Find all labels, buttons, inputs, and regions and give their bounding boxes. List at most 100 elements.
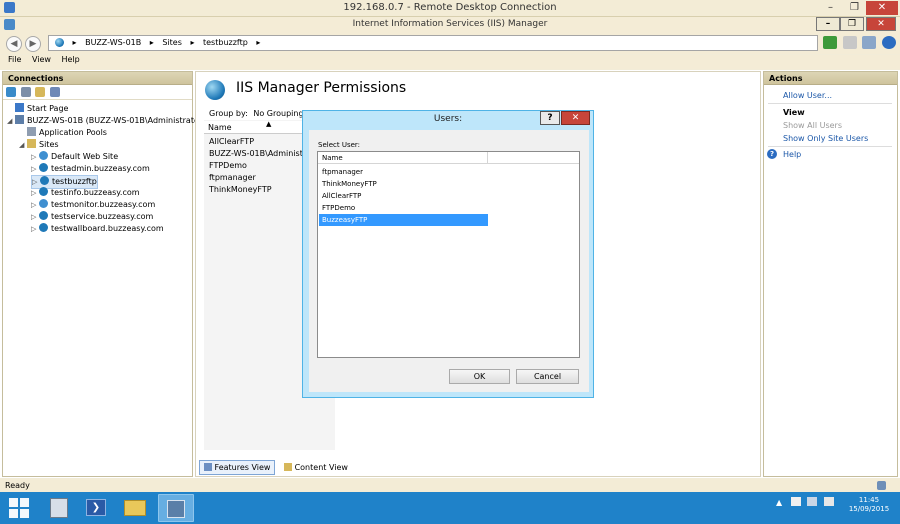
- tree-item-label: testinfo.buzzeasy.com: [51, 188, 140, 197]
- group-by-select[interactable]: No Grouping: [253, 109, 303, 118]
- help-link[interactable]: Help: [783, 150, 801, 159]
- menu-bar: File View Help: [0, 55, 900, 69]
- rdp-minimize-button[interactable]: –: [818, 1, 843, 15]
- tray-overflow-icon[interactable]: ▲: [776, 498, 782, 507]
- ok-button[interactable]: OK: [449, 369, 510, 384]
- tree-item[interactable]: ▷ testservice.buzzeasy.com: [31, 211, 153, 223]
- network-icon[interactable]: [807, 497, 818, 506]
- breadcrumb-server[interactable]: BUZZ-WS-01B: [85, 38, 141, 47]
- tree-item-label: testservice.buzzeasy.com: [51, 212, 154, 221]
- address-sep: ▸: [190, 38, 195, 47]
- tree-item-label: Default Web Site: [51, 152, 119, 161]
- expander-icon[interactable]: ◢: [19, 139, 27, 151]
- breadcrumb-site[interactable]: testbuzzftp: [203, 38, 248, 47]
- address-sep: ▸: [256, 38, 261, 47]
- show-all-users-link[interactable]: Show All Users: [783, 121, 842, 130]
- file-explorer-icon[interactable]: [118, 494, 154, 522]
- content-view-tab[interactable]: Content View: [280, 461, 352, 474]
- tree-item[interactable]: ▷ testadmin.buzzeasy.com: [31, 163, 150, 175]
- expander-icon[interactable]: ▷: [31, 163, 39, 175]
- page-title: IIS Manager Permissions: [236, 80, 407, 96]
- window-title: Internet Information Services (IIS) Mana…: [352, 19, 548, 29]
- tree-item[interactable]: Start Page: [7, 103, 68, 115]
- help-icon[interactable]: [881, 36, 896, 49]
- tree-item[interactable]: ▷ testwallboard.buzzeasy.com: [31, 223, 164, 235]
- globe-icon: [39, 163, 48, 172]
- window-restore-button[interactable]: ❐: [840, 17, 864, 31]
- expander-icon[interactable]: ◢: [7, 115, 15, 127]
- tree-item[interactable]: ◢ BUZZ-WS-01B (BUZZ-WS-01B\Administrator): [7, 115, 205, 127]
- expander-icon[interactable]: ▷: [31, 223, 39, 235]
- list-item[interactable]: ThinkMoneyFTP: [209, 185, 272, 194]
- list-item[interactable]: FTPDemo: [209, 161, 247, 170]
- connect-icon[interactable]: [6, 87, 16, 97]
- tree-item[interactable]: Application Pools: [19, 127, 107, 139]
- back-button[interactable]: ◀: [6, 36, 22, 52]
- actions-divider: [768, 103, 892, 104]
- server-manager-icon[interactable]: [42, 494, 78, 522]
- expander-icon[interactable]: ▷: [31, 151, 39, 163]
- view-heading: View: [783, 108, 805, 117]
- user-list-item[interactable]: ThinkMoneyFTP: [319, 178, 488, 190]
- tree-item-label: Application Pools: [39, 128, 107, 137]
- powershell-icon[interactable]: ❯: [78, 494, 114, 522]
- forward-button[interactable]: ▶: [25, 36, 41, 52]
- tree-item[interactable]: ▷ Default Web Site: [31, 151, 118, 163]
- features-view-tab[interactable]: Features View: [199, 460, 276, 475]
- save-icon[interactable]: [20, 87, 31, 97]
- address-sep: ▸: [149, 38, 154, 47]
- tree-item-label: testadmin.buzzeasy.com: [51, 164, 150, 173]
- tree-item[interactable]: ▷ testinfo.buzzeasy.com: [31, 187, 140, 199]
- user-list-item[interactable]: ftpmanager: [319, 166, 488, 178]
- show-site-users-link[interactable]: Show Only Site Users: [783, 134, 868, 143]
- tree-item[interactable]: ◢ Sites: [19, 139, 59, 151]
- expander-icon[interactable]: ▷: [31, 187, 39, 199]
- group-by: Group by: No Grouping: [209, 109, 304, 118]
- tree-item-label: testmonitor.buzzeasy.com: [51, 200, 156, 209]
- breadcrumb-sites[interactable]: Sites: [162, 38, 182, 47]
- address-bar[interactable]: ▸ BUZZ-WS-01B ▸ Sites ▸ testbuzzftp ▸: [48, 35, 818, 51]
- view-tabs: Features View Content View: [199, 460, 354, 475]
- list-item[interactable]: BUZZ-WS-01B\Administrat: [209, 149, 314, 158]
- stop-icon[interactable]: [842, 36, 857, 49]
- tree-item-label: testwallboard.buzzeasy.com: [51, 224, 164, 233]
- dialog-help-button[interactable]: ?: [540, 111, 560, 125]
- home-icon[interactable]: [862, 36, 877, 49]
- rdp-close-button[interactable]: ✕: [866, 1, 898, 15]
- allow-user-link[interactable]: Allow User...: [783, 91, 832, 100]
- expander-icon[interactable]: ▷: [31, 211, 39, 223]
- globe-icon: [40, 176, 49, 185]
- sites-folder-icon: [27, 139, 36, 148]
- help-icon[interactable]: ?: [767, 149, 777, 159]
- tree-item[interactable]: ▷ testmonitor.buzzeasy.com: [31, 199, 155, 211]
- status-bar: Ready: [0, 479, 900, 492]
- site-icon: [39, 151, 48, 160]
- list-item[interactable]: ftpmanager: [209, 173, 256, 182]
- user-list-item[interactable]: AllClearFTP: [319, 190, 488, 202]
- expander-icon[interactable]: ▷: [31, 199, 39, 211]
- menu-file[interactable]: File: [8, 55, 21, 64]
- disconnect-icon[interactable]: [49, 87, 60, 97]
- user-list-item-selected[interactable]: BuzzeasyFTP: [319, 214, 488, 226]
- toolbar-icons: [820, 36, 896, 50]
- features-view-label: Features View: [214, 463, 271, 472]
- menu-help[interactable]: Help: [61, 55, 79, 64]
- window-close-button[interactable]: ✕: [866, 17, 896, 31]
- window-minimize-button[interactable]: –: [816, 17, 840, 31]
- volume-icon[interactable]: [823, 497, 834, 506]
- users-list-header[interactable]: [318, 152, 579, 164]
- up-folder-icon[interactable]: [35, 87, 46, 97]
- cancel-button[interactable]: Cancel: [516, 369, 579, 384]
- action-center-icon[interactable]: [790, 497, 801, 506]
- connections-toolbar: [3, 85, 192, 100]
- rdp-restore-button[interactable]: ❐: [842, 1, 867, 15]
- user-list-item[interactable]: FTPDemo: [319, 202, 488, 214]
- list-item[interactable]: AllClearFTP: [209, 137, 254, 146]
- menu-view[interactable]: View: [32, 55, 51, 64]
- iis-manager-taskbar-icon[interactable]: [158, 494, 194, 522]
- dialog-close-button[interactable]: ✕: [561, 111, 590, 125]
- clock[interactable]: 11:45 15/09/2015: [840, 496, 898, 514]
- windows-start-icon[interactable]: [9, 498, 29, 518]
- connect-icon[interactable]: [823, 36, 837, 49]
- content-view-label: Content View: [294, 463, 348, 472]
